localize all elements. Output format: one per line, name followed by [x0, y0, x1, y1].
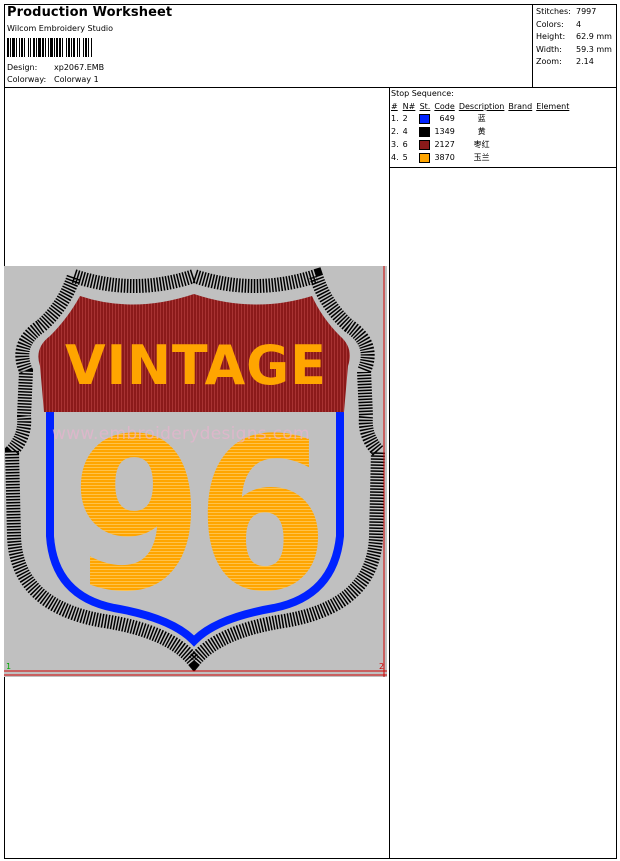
design-label: Design:	[7, 63, 38, 72]
color-swatch	[419, 139, 431, 150]
stop-sequence-table: # N# St. Code Description Brand Element …	[389, 100, 571, 164]
stop-sequence-header: # N# St. Code Description Brand Element	[389, 100, 571, 112]
watermark-text: www.embroiderydesigns.com	[52, 424, 310, 444]
design-value: xp2067.EMB	[54, 63, 105, 72]
corner-mark-right: 2	[379, 662, 384, 671]
worksheet-title: Production Worksheet	[7, 5, 173, 20]
color-swatch	[419, 152, 431, 163]
stop-sequence-title: Stop Sequence:	[391, 89, 454, 98]
stat-width: Width: 59.3 mm	[536, 44, 612, 54]
table-row: 2. 4 1349 黄	[391, 126, 486, 137]
company-name: Wilcom Embroidery Studio	[7, 24, 114, 33]
col-number: #	[391, 101, 398, 111]
color-swatch	[419, 113, 431, 124]
colorway-label: Colorway:	[7, 75, 47, 84]
stat-colors: Colors: 4	[536, 19, 582, 29]
header-divider	[4, 87, 617, 88]
col-element: Element	[536, 101, 570, 111]
panel-divider	[389, 88, 390, 859]
stats-divider	[532, 4, 533, 88]
col-needle: N#	[402, 101, 416, 111]
table-row: 1. 2 649 蓝	[391, 113, 486, 124]
color-swatch	[419, 126, 431, 137]
table-row: 3. 6 2127 枣红	[391, 139, 490, 150]
stat-stitches: Stitches: 7997	[536, 7, 597, 16]
colorway-value: Colorway 1	[54, 75, 99, 84]
shield-design: VINTAGE 96 1 2	[4, 266, 387, 677]
design-row: Design: xp2067.EMB	[7, 63, 104, 72]
stat-height: Height: 62.9 mm	[536, 32, 612, 41]
table-row: 4. 5 3870 玉兰	[391, 152, 490, 163]
col-description: Description	[458, 101, 505, 111]
colorway-row: Colorway: Colorway 1	[7, 75, 99, 84]
col-stitch: St.	[419, 101, 431, 111]
vintage-text: VINTAGE	[65, 334, 327, 397]
design-preview: VINTAGE 96 1 2	[4, 266, 387, 677]
design-stats: Stitches: 7997 Colors: 4 Height: 62.9 mm Wi…	[536, 6, 612, 69]
stop-sequence-divider	[389, 167, 617, 168]
corner-mark-left: 1	[6, 662, 11, 671]
col-code: Code	[434, 101, 455, 111]
col-brand: Brand	[508, 101, 533, 111]
stat-zoom: Zoom: 2.14	[536, 57, 594, 66]
barcode	[7, 38, 131, 57]
